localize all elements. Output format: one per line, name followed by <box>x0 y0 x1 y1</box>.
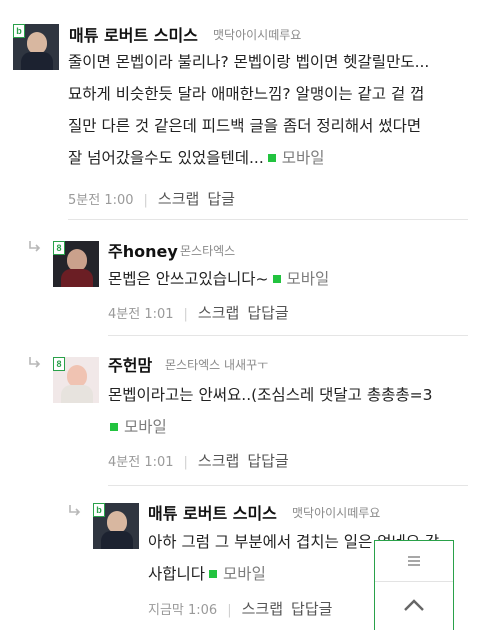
comment-line-last: 몬벱은 안쓰고있습니다~ 모바일 <box>108 263 468 295</box>
scrap-button[interactable]: 스크랩 <box>158 190 199 208</box>
reply-arrow-icon <box>29 357 41 368</box>
reply-button[interactable]: 답답글 <box>247 452 288 470</box>
comment-line: 묘하게 비슷한듯 달라 애매한느낌? 알맹이는 같고 겉 껍 <box>68 85 425 103</box>
comment-meta: 4분전 1:01 | 스크랩 답답글 <box>108 450 289 471</box>
comment-line-last: 모바일 <box>108 411 468 443</box>
level-badge-icon: b <box>13 24 25 38</box>
mobile-label: 모바일 <box>223 565 266 583</box>
comment-line: 질만 다른 것 같은데 피드백 글을 좀더 정리해서 썼다면 <box>68 117 422 135</box>
menu-button[interactable] <box>375 541 453 582</box>
meta-separator: | <box>183 455 188 470</box>
author-level: 몬스타엑스 내새꾸ㅜ <box>165 358 269 372</box>
hamburger-icon <box>408 556 420 566</box>
comment-item: b 매튜 로버트 스미스 맷닥아이시떼루요 줄이면 몬벱이라 불리나? 몬벱이랑… <box>0 0 480 220</box>
mobile-label: 모바일 <box>124 418 167 436</box>
comment-line-last: 잘 넘어갔을수도 있었을텐데... 모바일 <box>68 142 468 174</box>
comment-text: 몬벱이라고는 안써요..(조심스레 댓달고 총총총=3 모바일 <box>108 379 468 443</box>
comment-meta: 5분전 1:00 | 스크랩 답글 <box>68 188 235 209</box>
meta-separator: | <box>183 307 188 322</box>
comment-meta: 4분전 1:01 | 스크랩 답답글 <box>108 302 289 323</box>
avatar-face <box>107 511 127 533</box>
comment-item: 8 주헌맘 몬스타엑스 내새꾸ㅜ 몬벱이라고는 안써요..(조심스레 댓달고 총… <box>0 336 480 486</box>
comment-line: 잘 넘어갔을수도 있었을텐데... <box>68 149 264 167</box>
comment-item: 8 주honey 몬스타엑스 몬벱은 안쓰고있습니다~ 모바일 4분전 1:01 |… <box>0 220 480 336</box>
author-name[interactable]: 주헌맘 <box>108 352 152 376</box>
avatar[interactable]: b <box>13 24 59 70</box>
author-level: 맷닥아이시떼루요 <box>213 28 302 42</box>
mobile-dot-icon <box>267 154 276 162</box>
author-level: 맷닥아이시떼루요 <box>292 506 381 520</box>
meta-separator: | <box>143 193 148 208</box>
comment-time: 5분전 1:00 <box>68 193 134 208</box>
level-badge-icon: b <box>93 503 105 517</box>
mobile-dot-icon <box>272 275 281 283</box>
comment-time: 4분전 1:01 <box>108 455 174 470</box>
avatar[interactable]: 8 <box>53 241 99 287</box>
chevron-up-icon <box>404 599 424 611</box>
level-badge-icon: 8 <box>53 241 65 255</box>
avatar-body <box>61 385 93 403</box>
comment-meta: 지금막 1:06 | 스크랩 답답글 <box>148 598 332 619</box>
comment-line: 몬벱은 안쓰고있습니다~ <box>108 270 269 288</box>
comment-time: 지금막 1:06 <box>148 603 218 618</box>
avatar[interactable]: 8 <box>53 357 99 403</box>
author-name[interactable]: 주honey <box>108 238 178 262</box>
reply-arrow-icon <box>29 241 41 252</box>
avatar[interactable]: b <box>93 503 139 549</box>
comment-line: 줄이면 몬벱이라 불리나? 몬벱이랑 벱이면 헷갈릴만도... <box>68 53 430 71</box>
scrap-button[interactable]: 스크랩 <box>198 304 239 322</box>
mobile-dot-icon <box>110 423 118 431</box>
reply-button[interactable]: 답답글 <box>247 304 288 322</box>
comment-text: 줄이면 몬벱이라 불리나? 몬벱이랑 벱이면 헷갈릴만도... 묘하게 비슷한듯… <box>68 46 468 174</box>
reply-button[interactable]: 답글 <box>207 190 235 208</box>
mobile-label: 모바일 <box>286 270 330 288</box>
avatar-body <box>21 52 53 70</box>
comment-line: 사합니다 <box>148 565 206 583</box>
avatar-face <box>27 32 47 54</box>
mobile-label: 모바일 <box>281 149 325 167</box>
reply-button[interactable]: 답답글 <box>291 600 332 618</box>
scroll-up-button[interactable] <box>375 581 453 629</box>
comment-time: 4분전 1:01 <box>108 307 174 322</box>
comment-text: 몬벱은 안쓰고있습니다~ 모바일 <box>108 263 468 295</box>
level-badge-icon: 8 <box>53 357 65 371</box>
mobile-dot-icon <box>209 570 218 578</box>
comment-line: 몬벱이라고는 안써요..(조심스레 댓달고 총총총=3 <box>108 386 433 404</box>
avatar-body <box>61 269 93 287</box>
avatar-face <box>67 249 87 271</box>
scrap-button[interactable]: 스크랩 <box>242 600 283 618</box>
author-level: 몬스타엑스 <box>180 244 236 258</box>
floating-scroll-widget <box>374 540 454 630</box>
reply-arrow-icon <box>69 505 81 516</box>
meta-separator: | <box>227 603 232 618</box>
scrap-button[interactable]: 스크랩 <box>198 452 239 470</box>
avatar-body <box>101 531 133 549</box>
author-name[interactable]: 매튜 로버트 스미스 <box>69 22 198 46</box>
author-name[interactable]: 매튜 로버트 스미스 <box>148 500 277 524</box>
avatar-face <box>67 365 87 387</box>
